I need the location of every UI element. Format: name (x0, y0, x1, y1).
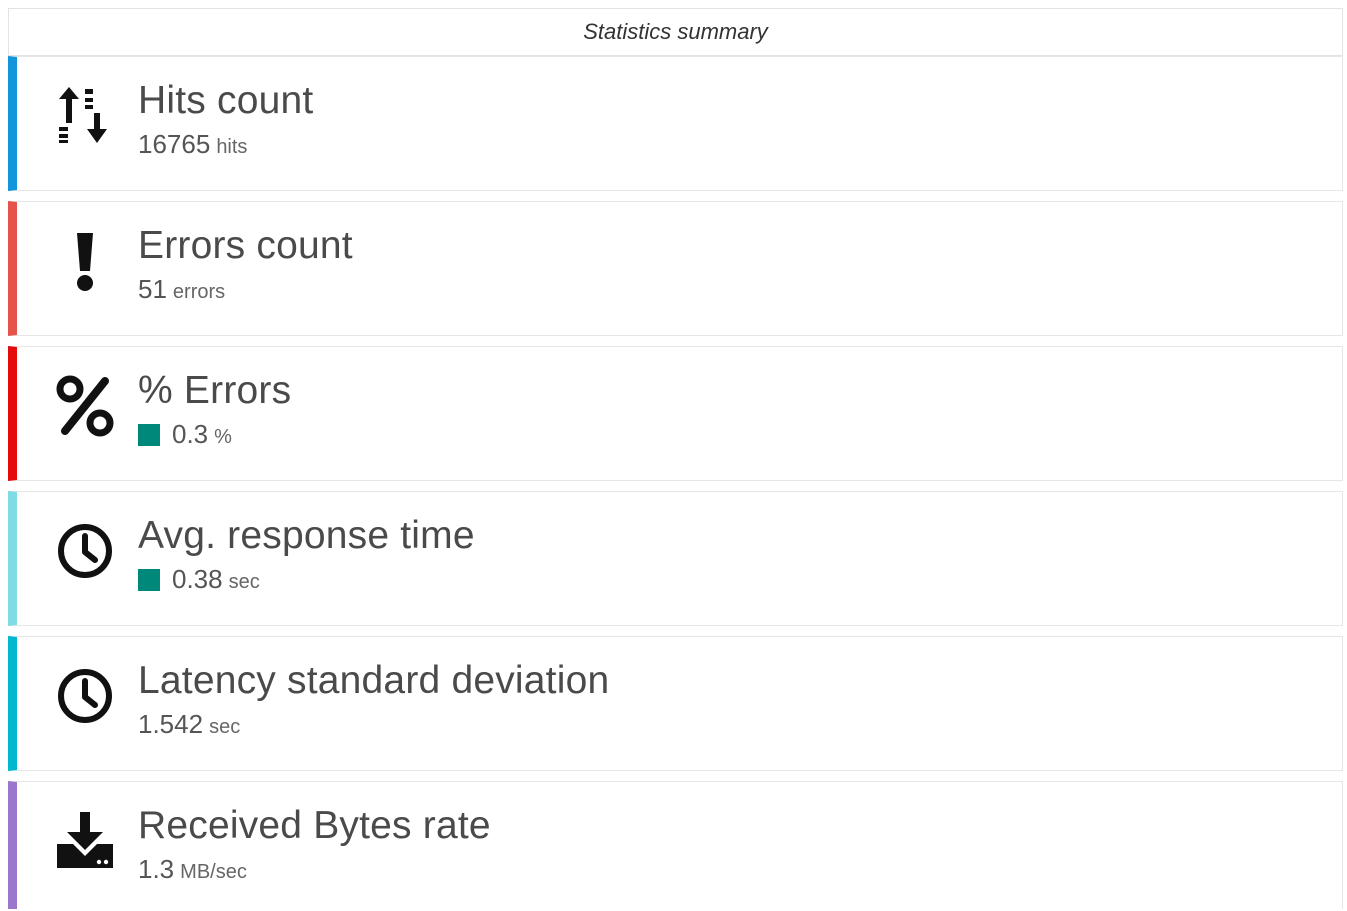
stat-card-hits-count: Hits count 16765 hits (8, 56, 1343, 191)
stat-unit: MB/sec (180, 861, 247, 883)
stat-value-line: 1.3 MB/sec (138, 854, 247, 885)
stat-title: Latency standard deviation (138, 659, 610, 702)
exclamation-icon (55, 230, 115, 292)
sort-arrows-icon (55, 85, 115, 147)
panel-title: Statistics summary (8, 8, 1343, 56)
stat-title: Avg. response time (138, 514, 475, 557)
stat-card-avg-response-time: Avg. response time 0.38 sec (8, 491, 1343, 626)
status-swatch (138, 423, 160, 446)
stat-title: Hits count (138, 79, 314, 122)
stat-unit: sec (228, 571, 260, 593)
clock-icon (55, 520, 115, 582)
stat-value-line: 0.38 sec (138, 564, 260, 595)
download-icon (55, 810, 115, 872)
stat-value: 16765 (138, 129, 211, 159)
stat-value-line: 16765 hits (138, 129, 247, 160)
stat-title: Errors count (138, 224, 353, 267)
stat-card-errors-count: Errors count 51 errors (8, 201, 1343, 336)
stat-card-latency-std-dev: Latency standard deviation 1.542 sec (8, 636, 1343, 771)
clock-icon (55, 665, 115, 727)
stat-value-line: 51 errors (138, 274, 225, 305)
stat-unit: errors (172, 281, 226, 303)
stat-value: 0.3 (172, 419, 209, 449)
status-swatch (138, 568, 160, 591)
stat-card-received-bytes-rate: Received Bytes rate 1.3 MB/sec (8, 781, 1343, 909)
stat-unit: hits (216, 136, 248, 158)
percent-icon (55, 375, 115, 437)
stat-value: 1.542 (138, 709, 204, 739)
stat-title: % Errors (138, 369, 292, 412)
statistics-summary-panel: Statistics summary Hits count 16765 hits (8, 8, 1343, 911)
stat-card-percent-errors: % Errors 0.3 % (8, 346, 1343, 481)
stat-title: Received Bytes rate (138, 804, 491, 847)
stat-value: 51 (138, 274, 167, 304)
stat-unit: sec (209, 716, 241, 738)
stat-value: 1.3 (138, 854, 175, 884)
stat-value-line: 1.542 sec (138, 709, 240, 740)
stat-value-line: 0.3 % (138, 419, 232, 450)
stat-value: 0.38 (172, 564, 223, 594)
stat-unit: % (214, 426, 232, 448)
